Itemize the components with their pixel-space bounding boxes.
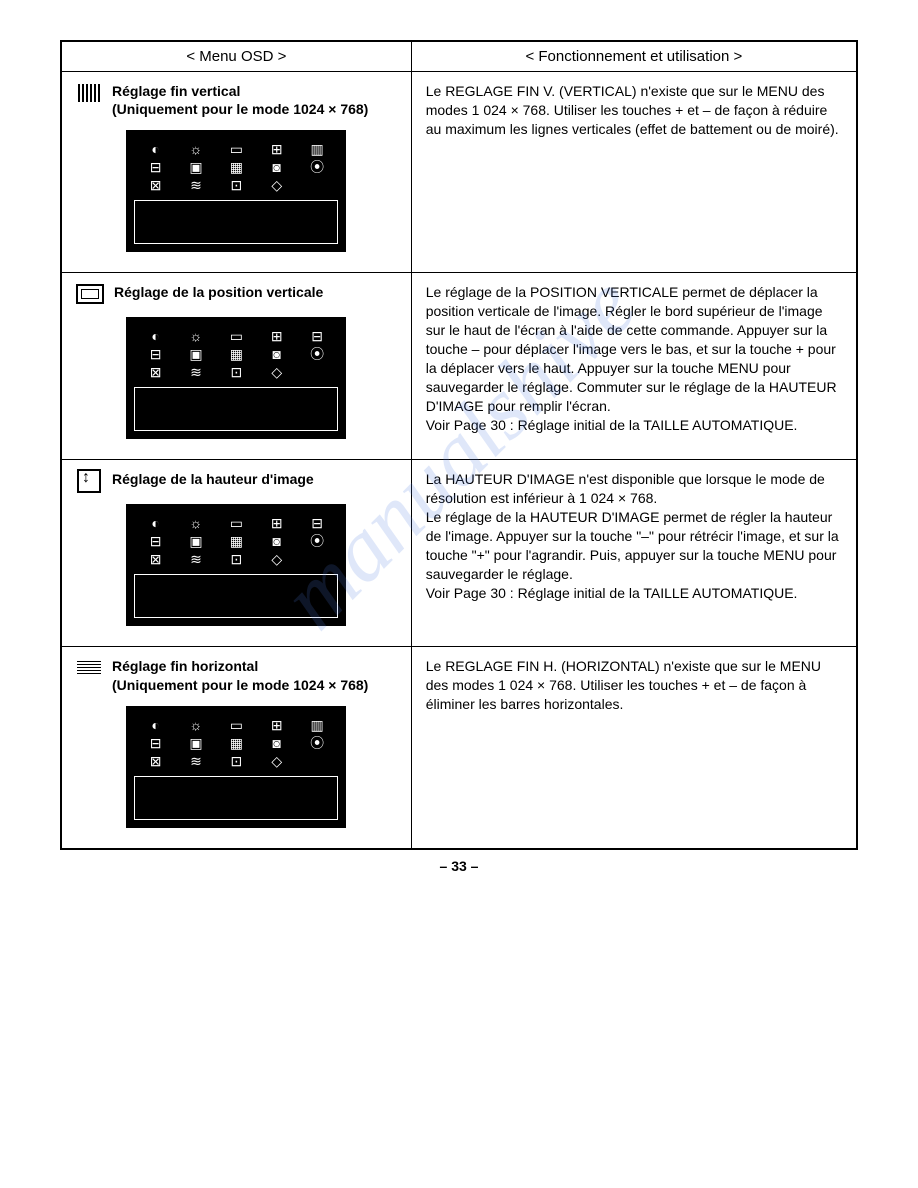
- osd-icon-grid: ◐☼▭⊞▥ ⊟▣▦◙⦿ ⊠≋⊡◇: [134, 714, 338, 776]
- osd-icon-grid: ◐☼▭⊞⊟ ⊟▣▦◙⦿ ⊠≋⊡◇: [134, 325, 338, 387]
- header-left: < Menu OSD >: [61, 41, 411, 72]
- osd-value: 50: [225, 392, 241, 408]
- row-title: Réglage fin vertical (Uniquement pour le…: [112, 82, 397, 118]
- osd-panel: ◐☼▭⊞⊟ ⊟▣▦◙⦿ ⊠≋⊡◇ 50 MENU: [126, 504, 346, 626]
- osd-menu-label: MENU: [141, 799, 182, 815]
- row-description: La HAUTEUR D'IMAGE n'est disponible que …: [426, 470, 842, 602]
- osd-setting-name: FINESSE H.: [189, 799, 267, 815]
- vertical-arrows-icon: [76, 470, 102, 492]
- table-row: Réglage fin horizontal (Uniquement pour …: [61, 647, 857, 849]
- osd-panel: ◐☼▭⊞▥ ⊟▣▦◙⦿ ⊠≋⊡◇ 50 MENU: [126, 706, 346, 828]
- osd-setting-name: POSITION V.: [189, 410, 272, 426]
- row-description: Le réglage de la POSITION VERTICALE perm…: [426, 283, 842, 434]
- vertical-bars-icon: [76, 82, 102, 104]
- row-title: Réglage fin horizontal (Uniquement pour …: [112, 657, 397, 693]
- osd-value: 50: [225, 205, 241, 221]
- osd-menu-label: MENU: [141, 410, 182, 426]
- osd-icon-grid: ◐☼▭⊞⊟ ⊟▣▦◙⦿ ⊠≋⊡◇: [134, 512, 338, 574]
- row-description: Le REGLAGE FIN V. (VERTICAL) n'existe qu…: [426, 82, 842, 139]
- osd-setting-name: FINESSE V.: [189, 223, 265, 239]
- horizontal-lines-icon: [76, 657, 102, 679]
- osd-panel: ◐☼▭⊞▥ ⊟▣▦◙⦿ ⊠≋⊡◇ 50 MENU: [126, 130, 346, 252]
- row-description: Le REGLAGE FIN H. (HORIZONTAL) n'existe …: [426, 657, 842, 714]
- osd-menu-label: MENU: [141, 597, 182, 613]
- osd-value: 50: [225, 781, 241, 797]
- table-row: Réglage fin vertical (Uniquement pour le…: [61, 72, 857, 273]
- osd-setting-name: TAILLE V.: [189, 597, 250, 613]
- osd-value: 50: [225, 579, 241, 595]
- osd-panel: ◐☼▭⊞⊟ ⊟▣▦◙⦿ ⊠≋⊡◇ 50 MENU: [126, 317, 346, 439]
- osd-table: < Menu OSD > < Fonctionnement et utilisa…: [60, 40, 858, 850]
- osd-menu-label: MENU: [141, 223, 182, 239]
- page-number: – 33 –: [60, 858, 858, 874]
- rectangle-icon: [76, 283, 104, 305]
- osd-icon-grid: ◐☼▭⊞▥ ⊟▣▦◙⦿ ⊠≋⊡◇: [134, 138, 338, 200]
- table-row: Réglage de la position verticale ◐☼▭⊞⊟ ⊟…: [61, 273, 857, 460]
- table-row: Réglage de la hauteur d'image ◐☼▭⊞⊟ ⊟▣▦◙…: [61, 460, 857, 647]
- header-right: < Fonctionnement et utilisation >: [411, 41, 857, 72]
- row-title: Réglage de la hauteur d'image: [112, 470, 397, 488]
- row-title: Réglage de la position verticale: [114, 283, 397, 301]
